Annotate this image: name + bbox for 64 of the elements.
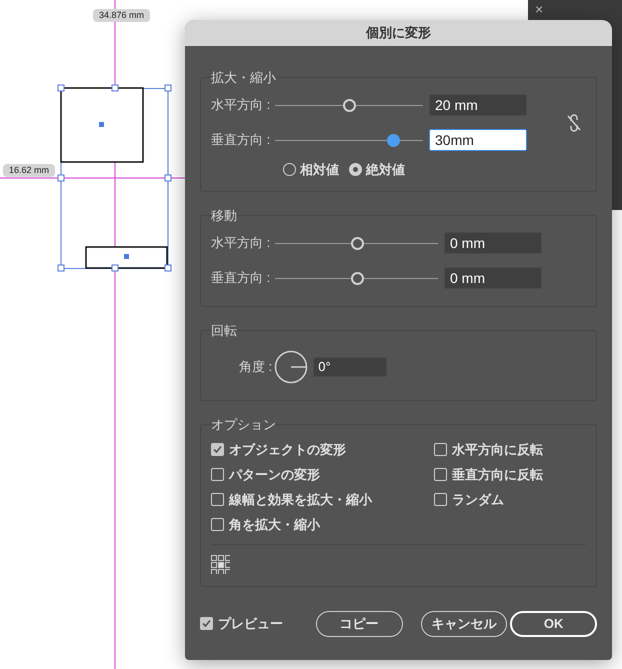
rectangle-shape[interactable] <box>85 246 168 269</box>
field-label: 角度 : <box>239 358 272 376</box>
selection-handle[interactable] <box>58 84 64 92</box>
section-title: 移動 <box>211 207 237 225</box>
checkbox[interactable] <box>211 518 224 531</box>
field-label: 垂直方向 : <box>211 269 272 288</box>
center-point <box>99 122 104 127</box>
slider-track[interactable] <box>275 98 423 112</box>
section-title: 回転 <box>211 322 237 340</box>
dialog-button[interactable]: OK <box>510 610 597 636</box>
unlink-icon[interactable] <box>567 112 581 132</box>
dialog-button[interactable]: キャンセル <box>420 610 508 636</box>
checkbox-label: パターンの変形 <box>229 466 320 484</box>
checkbox[interactable] <box>434 493 447 506</box>
checkbox-label: 水平方向に反転 <box>452 440 543 459</box>
checkbox-label: 角を拡大・縮小 <box>229 516 320 534</box>
checkbox-label: プレビュー <box>218 614 283 633</box>
rectangle-shape[interactable] <box>60 87 144 163</box>
selection-handle[interactable] <box>164 84 172 92</box>
selection-handle[interactable] <box>164 264 172 272</box>
slider-thumb[interactable] <box>350 272 364 284</box>
value-field[interactable]: 0 mm <box>444 232 542 254</box>
checkbox[interactable] <box>211 468 224 481</box>
checkbox[interactable] <box>211 493 224 506</box>
selection-handle[interactable] <box>112 264 118 272</box>
checkbox-label: 線幅と効果を拡大・縮小 <box>229 490 372 509</box>
selection-handle[interactable] <box>164 174 172 182</box>
slider-track[interactable] <box>275 272 438 284</box>
center-point <box>124 254 129 259</box>
selection-handle[interactable] <box>112 84 118 92</box>
checkbox-label: 垂直方向に反転 <box>452 466 543 484</box>
section-title: オプション <box>211 416 276 434</box>
slider-thumb[interactable] <box>350 236 364 250</box>
measure-label: 16.62 mm <box>3 164 56 177</box>
close-button[interactable]: × <box>535 0 544 20</box>
slider-thumb[interactable] <box>343 98 356 112</box>
checkbox[interactable] <box>434 443 447 456</box>
field-label: 垂直方向 : <box>211 131 272 150</box>
selection-handle[interactable] <box>58 174 64 182</box>
measure-label: 34.876 mm <box>93 9 150 22</box>
reference-point-icon[interactable] <box>211 554 230 574</box>
field-label: 水平方向 : <box>211 234 272 252</box>
dialog-button[interactable]: コピー <box>316 610 403 636</box>
slider-thumb[interactable] <box>387 134 400 146</box>
radio-button[interactable] <box>283 162 296 176</box>
value-field[interactable]: 0 mm <box>444 267 542 289</box>
selection-handle[interactable] <box>58 264 64 272</box>
field-label: 水平方向 : <box>211 96 272 114</box>
angle-dial-icon[interactable] <box>274 350 308 384</box>
dialog-title: 個別に変形 <box>366 24 431 42</box>
slider-track[interactable] <box>275 134 423 146</box>
checkbox[interactable] <box>200 617 213 630</box>
value-field[interactable]: 0° <box>313 357 388 377</box>
slider-track[interactable] <box>275 236 438 250</box>
value-field[interactable]: 30mm <box>429 129 527 151</box>
checkbox-label: ランダム <box>452 490 504 509</box>
checkbox-label: オブジェクトの変形 <box>229 440 346 459</box>
radio-label: 相対値 <box>300 160 339 178</box>
section-title: 拡大・縮小 <box>211 69 276 87</box>
value-field[interactable]: 20 mm <box>429 94 527 116</box>
checkbox[interactable] <box>211 443 224 456</box>
radio-label: 絶対値 <box>366 160 405 178</box>
radio-button[interactable] <box>349 162 362 176</box>
checkbox[interactable] <box>434 468 447 481</box>
